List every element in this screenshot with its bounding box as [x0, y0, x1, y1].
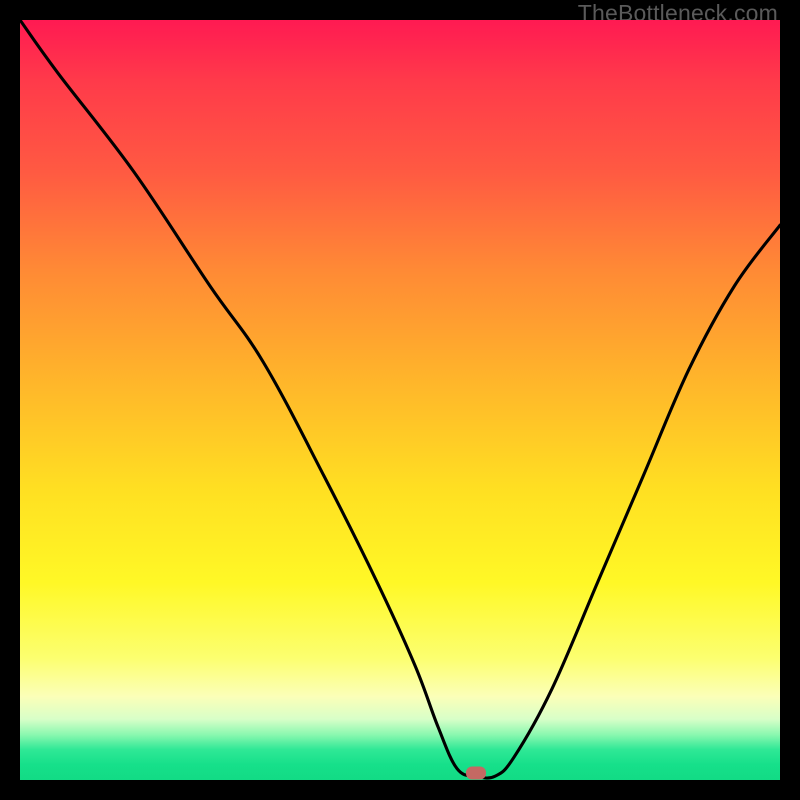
chart-container: TheBottleneck.com [0, 0, 800, 800]
plot-area [20, 20, 780, 780]
curve-layer [20, 20, 780, 780]
bottleneck-curve [20, 20, 780, 778]
optimal-marker [466, 767, 486, 780]
